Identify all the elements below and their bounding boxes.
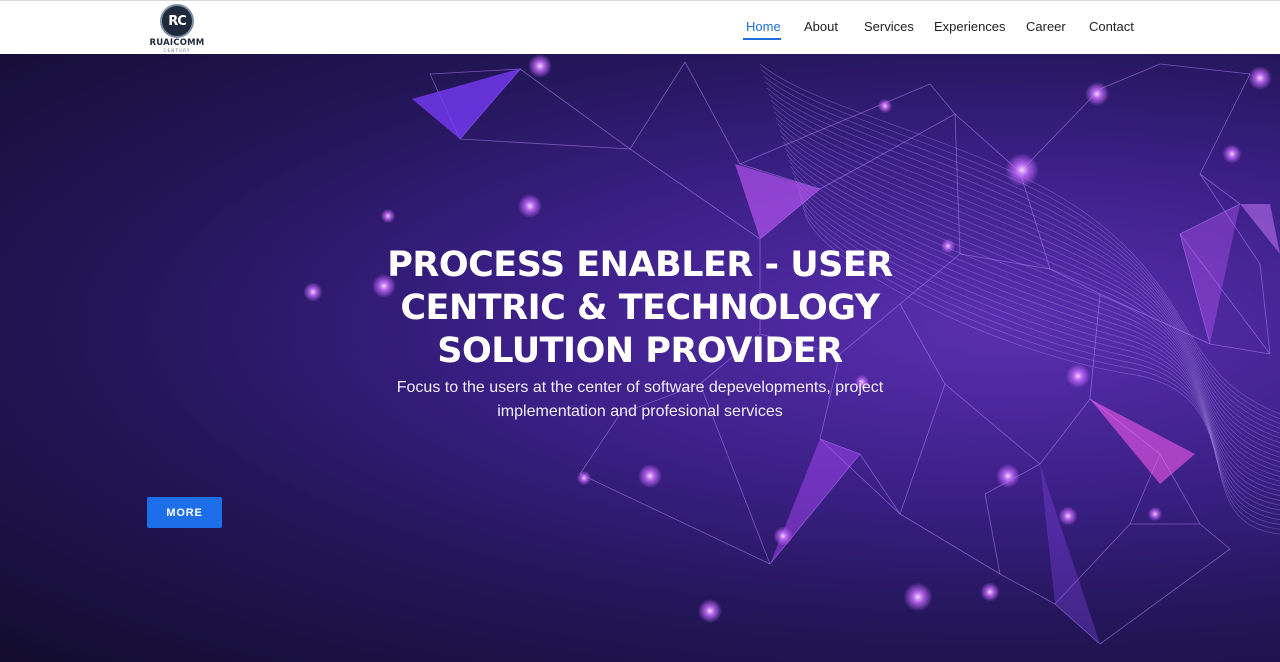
network-edge <box>899 513 1001 575</box>
glow-dot <box>903 582 933 612</box>
network-edge <box>629 61 686 150</box>
network-edge <box>684 61 741 165</box>
headline-line: CENTRIC & TECHNOLOGY <box>400 288 880 328</box>
network-edge <box>579 473 771 565</box>
glow-dot <box>698 599 722 623</box>
network-triangle <box>412 68 522 139</box>
network-edge <box>1209 343 1271 355</box>
network-edge <box>959 253 1051 270</box>
glow-dot <box>1248 66 1272 90</box>
nav-career-link[interactable]: Career <box>1026 19 1066 34</box>
network-triangle <box>1090 399 1195 484</box>
logo-badge: RC <box>160 4 194 38</box>
network-edge <box>1259 263 1271 355</box>
network-edge <box>944 383 1041 465</box>
network-edge <box>1199 173 1241 205</box>
glow-dot <box>773 526 793 546</box>
glow-dot <box>528 54 552 78</box>
glow-dot <box>996 464 1020 488</box>
brand-logo[interactable]: RC RUAICOMM CENTURY <box>146 4 208 53</box>
headline-line: SOLUTION PROVIDER <box>437 331 843 371</box>
glow-dot <box>940 238 956 254</box>
glow-dot <box>638 464 662 488</box>
network-edge <box>929 83 956 115</box>
glow-dot <box>1222 144 1242 164</box>
subheading-line: Focus to the users at the center of soft… <box>396 379 884 396</box>
glow-dot <box>303 282 323 302</box>
glow-dot <box>380 208 396 224</box>
top-navigation-bar: RC RUAICOMM CENTURY Home About Services … <box>0 0 1280 54</box>
network-edge <box>859 453 901 515</box>
network-edge <box>1159 63 1251 75</box>
glow-dot <box>1147 506 1163 522</box>
network-edge <box>819 113 956 190</box>
nav-home-link[interactable]: Home <box>746 19 781 34</box>
subheading-line: implementation and profesional services <box>497 403 783 420</box>
network-triangle <box>735 164 820 239</box>
nav-services-link[interactable]: Services <box>864 19 914 34</box>
glow-dot <box>518 194 542 218</box>
more-button[interactable]: MORE <box>147 497 222 528</box>
network-edge <box>629 148 761 240</box>
network-edge <box>519 68 631 150</box>
network-edge <box>984 493 1001 575</box>
nav-about-link[interactable]: About <box>804 19 838 34</box>
nav-contact-link[interactable]: Contact <box>1089 19 1134 34</box>
glow-dot <box>980 582 1000 602</box>
network-edge <box>1099 63 1161 90</box>
glow-dot <box>1085 82 1109 106</box>
network-edge <box>999 573 1056 605</box>
hero-section: PROCESS ENABLER - USER CENTRIC & TECHNOL… <box>0 54 1280 662</box>
network-edge <box>1199 523 1231 550</box>
network-triangle <box>1040 464 1100 644</box>
glow-dot <box>1066 364 1090 388</box>
network-edge <box>459 138 631 150</box>
hero-subheading: Focus to the users at the center of soft… <box>360 376 920 424</box>
network-edge <box>1039 398 1091 465</box>
logo-mark: RC <box>168 13 187 29</box>
network-triangle <box>1180 204 1240 344</box>
headline-line: PROCESS ENABLER - USER <box>387 245 893 285</box>
logo-name: RUAICOMM <box>149 38 205 48</box>
nav-experiences-link[interactable]: Experiences <box>934 19 1006 34</box>
network-edge <box>1089 293 1101 400</box>
glow-dot <box>1058 506 1078 526</box>
glow-dot <box>877 98 893 114</box>
network-edge <box>1099 548 1231 645</box>
hero-headline: PROCESS ENABLER - USER CENTRIC & TECHNOL… <box>340 244 940 373</box>
glow-dot <box>1005 153 1039 187</box>
glow-dot <box>576 470 592 486</box>
logo-tagline: CENTURY <box>163 48 191 53</box>
active-nav-indicator <box>743 38 781 40</box>
network-triangle <box>1240 204 1280 254</box>
